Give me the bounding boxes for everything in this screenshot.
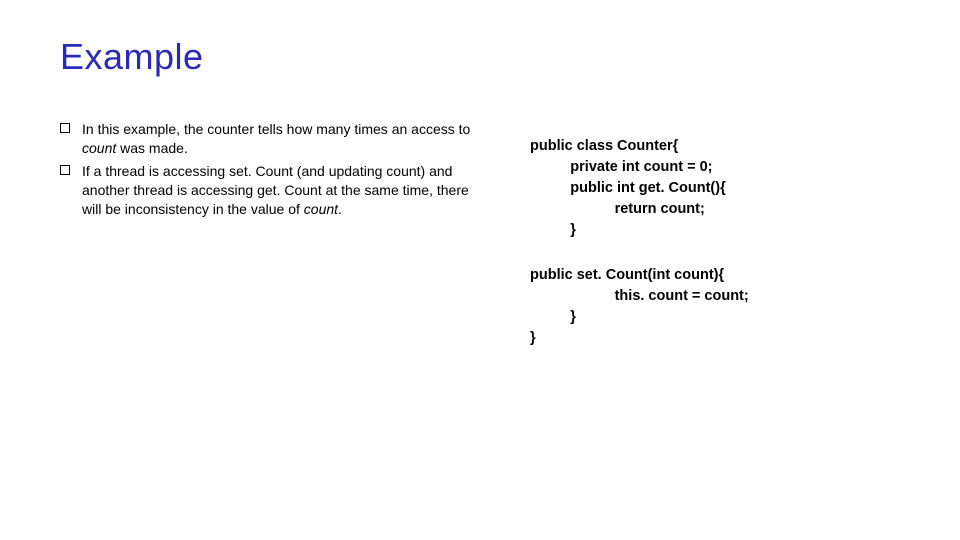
left-column: In this example, the counter tells how m… [60, 120, 490, 349]
bullet-text: In this example, the counter tells how m… [82, 120, 490, 158]
square-bullet-icon [60, 123, 70, 133]
code-line: } [530, 220, 900, 241]
code-block: public class Counter{ private int count … [530, 136, 900, 349]
code-line: public class Counter{ [530, 136, 900, 157]
bullet-pre: If a thread is accessing set. Count (and… [82, 163, 469, 217]
code-line: public int get. Count(){ [530, 178, 900, 199]
code-line: private int count = 0; [530, 157, 900, 178]
code-line: } [530, 328, 900, 349]
square-bullet-icon [60, 165, 70, 175]
content-row: In this example, the counter tells how m… [60, 120, 900, 349]
code-line: return count; [530, 199, 900, 220]
right-column: public class Counter{ private int count … [530, 120, 900, 349]
bullet-italic: count [82, 140, 116, 156]
bullet-pre: In this example, the counter tells how m… [82, 121, 470, 137]
bullet-italic: count [304, 201, 338, 217]
bullet-post: . [338, 201, 342, 217]
bullet-post: was made. [116, 140, 188, 156]
code-block-2: public set. Count(int count){ this. coun… [530, 265, 900, 328]
code-line: this. count = count; [530, 286, 900, 307]
slide-title: Example [60, 36, 900, 78]
bullet-item: In this example, the counter tells how m… [60, 120, 490, 158]
bullet-text: If a thread is accessing set. Count (and… [82, 162, 490, 219]
code-line: public set. Count(int count){ [530, 265, 900, 286]
bullet-item: If a thread is accessing set. Count (and… [60, 162, 490, 219]
slide: Example In this example, the counter tel… [0, 0, 960, 540]
code-line: } [530, 307, 900, 328]
